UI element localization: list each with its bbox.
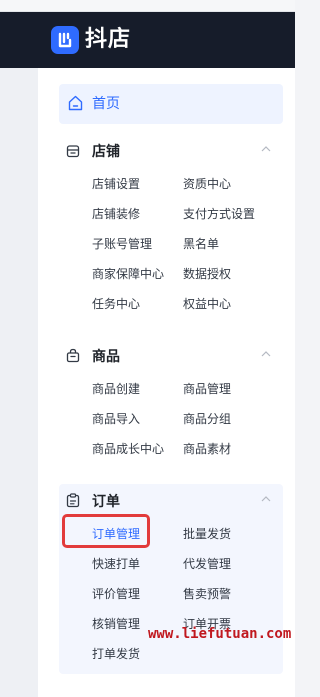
brand-name[interactable]: 抖店	[85, 26, 131, 54]
menu-item-verification-manage[interactable]: 核销管理	[92, 615, 140, 633]
menu-item-data-authorization[interactable]: 数据授权	[183, 265, 231, 283]
chevron-up-icon[interactable]	[261, 351, 271, 357]
nav-home-label: 首页	[92, 96, 120, 112]
menu-item-goods-manage[interactable]: 商品管理	[183, 380, 231, 398]
watermark: www.liefutuan.com	[148, 626, 292, 642]
menu-item-payment-settings[interactable]: 支付方式设置	[183, 205, 255, 223]
menu-item-print-ship[interactable]: 打单发货	[92, 645, 140, 663]
chevron-up-icon[interactable]	[261, 146, 271, 152]
menu-item-rights-center[interactable]: 权益中心	[183, 295, 231, 313]
clipboard-icon	[66, 493, 80, 508]
chevron-up-icon[interactable]	[261, 496, 271, 502]
menu-item-blacklist[interactable]: 黑名单	[183, 235, 219, 253]
menu-item-review-manage[interactable]: 评价管理	[92, 585, 140, 603]
menu-item-quick-print[interactable]: 快速打单	[92, 555, 140, 573]
app-header: 抖店	[0, 12, 295, 68]
menu-item-goods-growth[interactable]: 商品成长中心	[92, 440, 164, 458]
menu-item-task-center[interactable]: 任务中心	[92, 295, 140, 313]
section-title-goods[interactable]: 商品	[92, 347, 120, 367]
menu-item-goods-create[interactable]: 商品创建	[92, 380, 140, 398]
section-title-orders[interactable]: 订单	[92, 492, 120, 512]
store-icon	[66, 145, 80, 158]
nav-home[interactable]: 首页	[59, 84, 283, 124]
menu-item-qualification[interactable]: 资质中心	[183, 175, 231, 193]
menu-item-sales-alert[interactable]: 售卖预警	[183, 585, 231, 603]
home-icon	[68, 95, 83, 111]
menu-item-goods-group[interactable]: 商品分组	[183, 410, 231, 428]
menu-item-dropship-manage[interactable]: 代发管理	[183, 555, 231, 573]
doudian-logo-icon[interactable]	[51, 26, 79, 54]
menu-item-sub-accounts[interactable]: 子账号管理	[92, 235, 152, 253]
left-gutter	[0, 68, 38, 697]
menu-item-store-settings[interactable]: 店铺设置	[92, 175, 140, 193]
menu-item-goods-import[interactable]: 商品导入	[92, 410, 140, 428]
browser-top-strip	[0, 0, 295, 12]
menu-item-merchant-guarantee[interactable]: 商家保障中心	[92, 265, 164, 283]
menu-item-goods-material[interactable]: 商品素材	[183, 440, 231, 458]
menu-item-batch-ship[interactable]: 批量发货	[183, 525, 231, 543]
menu-item-store-decoration[interactable]: 店铺装修	[92, 205, 140, 223]
red-highlight-box	[62, 514, 150, 548]
bag-icon	[66, 348, 80, 363]
section-title-store[interactable]: 店铺	[92, 142, 120, 162]
